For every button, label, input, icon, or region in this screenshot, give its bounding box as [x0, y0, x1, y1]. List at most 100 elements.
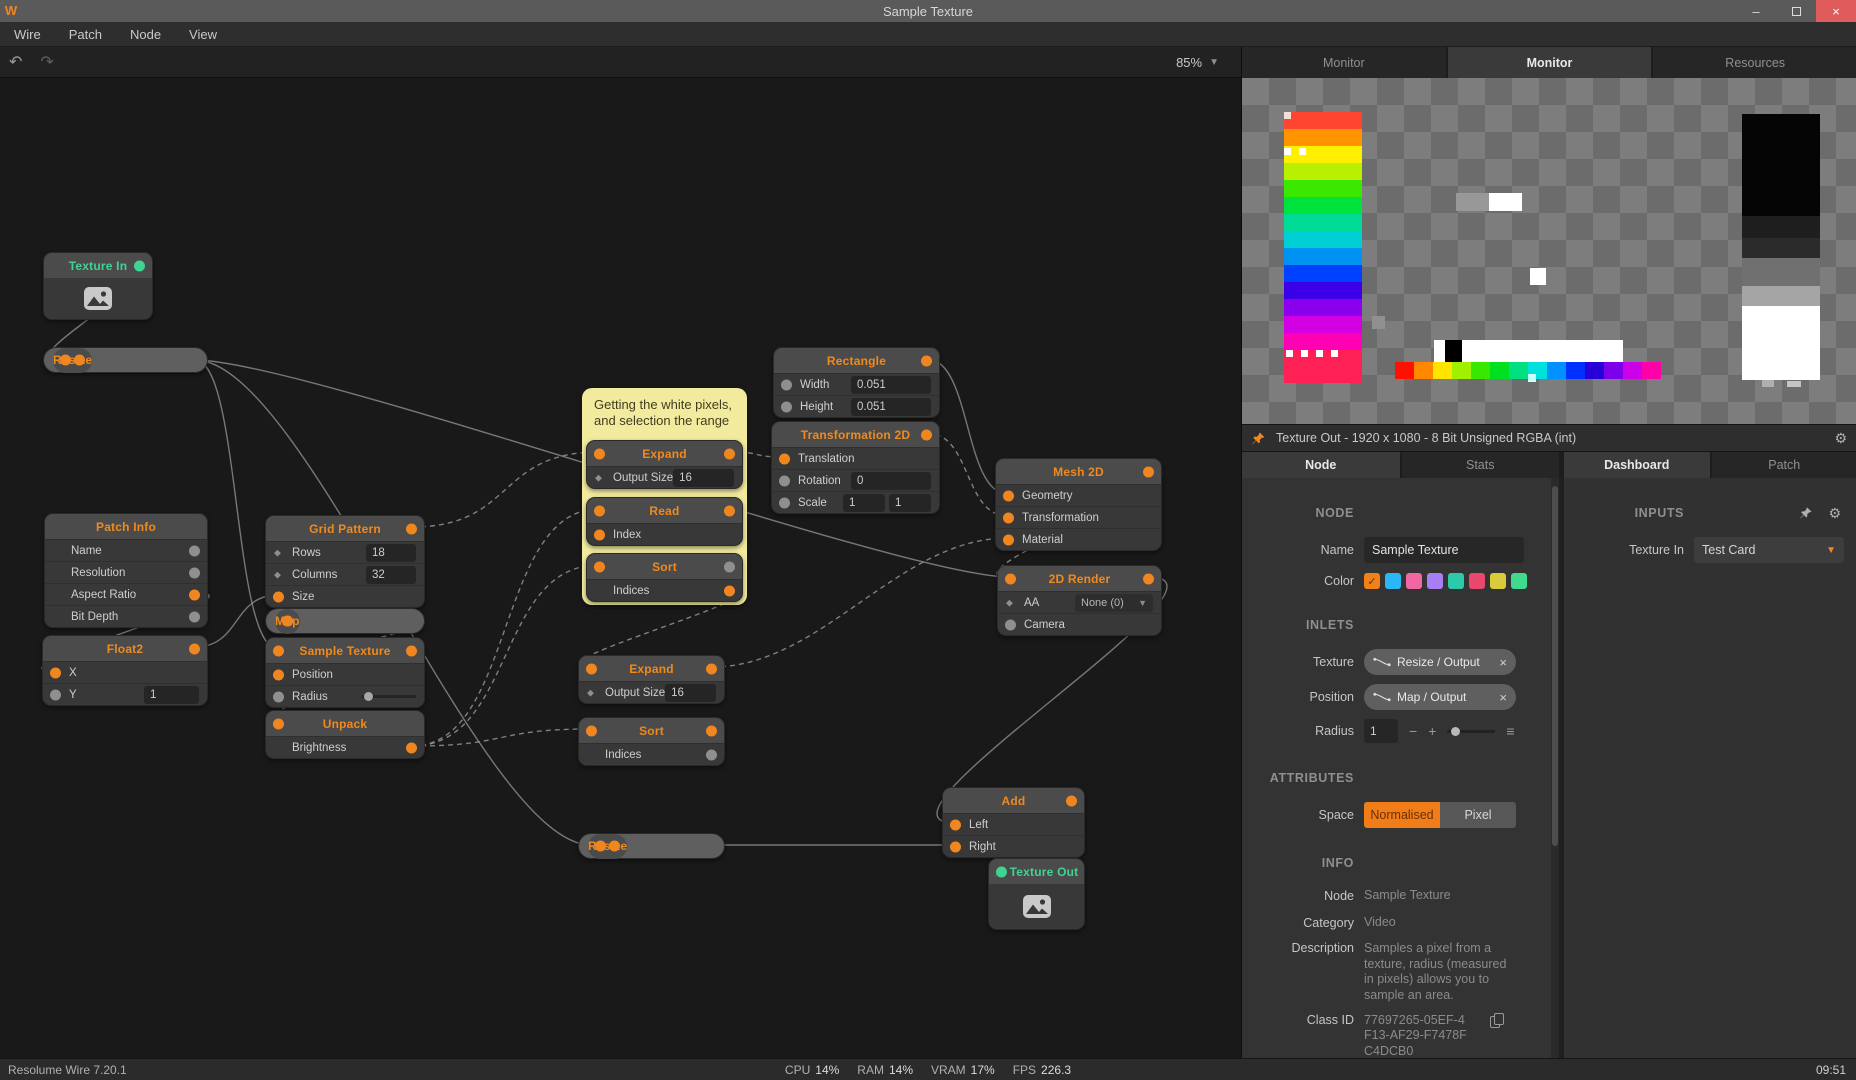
minus-icon[interactable]: − — [1409, 724, 1417, 738]
node-unpack[interactable]: UnpackBrightness — [265, 710, 425, 759]
row-dropdown[interactable]: None (0)▼ — [1075, 594, 1153, 612]
color-swatch-4[interactable] — [1448, 573, 1464, 589]
input-port[interactable] — [594, 448, 605, 459]
menu-item-patch[interactable]: Patch — [55, 22, 116, 47]
menu-item-view[interactable]: View — [175, 22, 231, 47]
input-port[interactable] — [781, 379, 792, 390]
output-port[interactable] — [1143, 466, 1154, 477]
scrollbar-thumb[interactable] — [1552, 486, 1558, 846]
value-field[interactable]: 1 — [843, 494, 885, 512]
remove-icon[interactable]: × — [1499, 690, 1507, 705]
monitor-tab-monitor[interactable]: Monitor — [1242, 47, 1446, 78]
input-port[interactable] — [779, 453, 790, 464]
monitor-tab-resources[interactable]: Resources — [1653, 47, 1856, 78]
space-pixel-option[interactable]: Pixel — [1440, 802, 1516, 828]
value-field[interactable]: 1 — [889, 494, 931, 512]
color-swatch-3[interactable] — [1427, 573, 1443, 589]
undo-icon[interactable]: ↶ — [0, 47, 31, 78]
dashboard-tab-dashboard[interactable]: Dashboard — [1564, 452, 1710, 478]
value-field[interactable]: 1 — [144, 686, 199, 704]
node-resize-1[interactable]: Resize — [43, 347, 208, 373]
input-port[interactable] — [950, 819, 961, 830]
input-port[interactable] — [779, 497, 790, 508]
node-float2[interactable]: Float2XY1 — [42, 635, 208, 706]
node-rectangle[interactable]: RectangleWidth0.051Height0.051 — [773, 347, 940, 418]
zoom-dropdown[interactable]: 85% ▼ — [1176, 55, 1219, 70]
input-port[interactable] — [273, 591, 284, 602]
input-port[interactable] — [60, 355, 71, 366]
input-port[interactable] — [594, 529, 605, 540]
node-grid-pattern[interactable]: Grid Pattern◆Rows18◆Columns32Size — [265, 515, 425, 608]
input-port[interactable] — [273, 669, 284, 680]
output-port[interactable] — [406, 742, 417, 753]
gear-icon[interactable]: ⚙ — [1828, 505, 1841, 522]
maximize-button[interactable] — [1776, 0, 1816, 22]
node-texture-in[interactable]: Texture In — [43, 252, 153, 320]
slider-knob[interactable] — [1451, 727, 1460, 736]
input-port[interactable] — [950, 841, 961, 852]
node-graph-canvas[interactable]: Getting the white pixels, and selection … — [0, 78, 1241, 1058]
texture-in-dropdown[interactable]: Test Card ▼ — [1694, 537, 1844, 563]
output-port[interactable] — [189, 643, 200, 654]
menu-item-wire[interactable]: Wire — [0, 22, 55, 47]
close-button[interactable]: × — [1816, 0, 1856, 22]
input-port[interactable] — [595, 841, 606, 852]
output-port[interactable] — [724, 561, 735, 572]
node-sort-2[interactable]: SortIndices — [578, 717, 725, 766]
inspector-tab-stats[interactable]: Stats — [1402, 452, 1560, 478]
output-port[interactable] — [724, 505, 735, 516]
input-port[interactable] — [1003, 490, 1014, 501]
node-render-2d[interactable]: 2D Render◆AANone (0)▼Camera — [997, 565, 1162, 636]
output-port[interactable] — [189, 545, 200, 556]
input-port[interactable] — [50, 667, 61, 678]
input-port[interactable] — [273, 718, 284, 729]
color-swatch-0[interactable]: ✓ — [1364, 573, 1380, 589]
node-patch-info[interactable]: Patch InfoNameResolutionAspect RatioBit … — [44, 513, 208, 628]
input-port[interactable] — [273, 691, 284, 702]
output-port[interactable] — [706, 749, 717, 760]
minimize-button[interactable]: – — [1736, 0, 1776, 22]
node-read[interactable]: ReadIndex — [586, 497, 743, 546]
value-field[interactable]: 16 — [673, 469, 734, 487]
color-swatch-7[interactable] — [1511, 573, 1527, 589]
redo-icon[interactable]: ↷ — [31, 47, 62, 78]
input-port[interactable] — [1005, 619, 1016, 630]
value-field[interactable]: 18 — [366, 544, 416, 562]
output-port[interactable] — [406, 523, 417, 534]
value-field[interactable]: 16 — [665, 684, 716, 702]
node-transformation-2d[interactable]: Transformation 2DTranslationRotation0Sca… — [771, 421, 940, 514]
input-port[interactable] — [594, 505, 605, 516]
output-port[interactable] — [921, 355, 932, 366]
output-port[interactable] — [724, 585, 735, 596]
input-port[interactable] — [781, 401, 792, 412]
node-texture-out[interactable]: Texture Out — [988, 858, 1085, 930]
pin-icon[interactable] — [1252, 432, 1265, 445]
node-expand-2[interactable]: Expand◆Output Size16 — [578, 655, 725, 704]
output-port[interactable] — [724, 448, 735, 459]
position-inlet-pill[interactable]: Map / Output × — [1364, 684, 1516, 710]
input-port[interactable] — [273, 645, 284, 656]
input-port[interactable] — [779, 475, 790, 486]
dashboard-tab-patch[interactable]: Patch — [1712, 452, 1856, 478]
texture-inlet-pill[interactable]: Resize / Output × — [1364, 649, 1516, 675]
color-swatch-1[interactable] — [1385, 573, 1401, 589]
space-normalised-option[interactable]: Normalised — [1364, 802, 1440, 828]
color-swatch-2[interactable] — [1406, 573, 1422, 589]
menu-item-node[interactable]: Node — [116, 22, 175, 47]
output-port[interactable] — [74, 355, 85, 366]
row-slider[interactable] — [362, 692, 416, 701]
copy-icon[interactable] — [1490, 1013, 1503, 1028]
output-port[interactable] — [609, 841, 620, 852]
node-map[interactable]: Map — [265, 608, 425, 634]
output-port[interactable] — [706, 725, 717, 736]
node-sample-texture[interactable]: Sample TexturePositionRadius — [265, 637, 425, 708]
value-field[interactable]: 0.051 — [851, 398, 931, 416]
node-mesh-2d[interactable]: Mesh 2DGeometryTransformationMaterial — [995, 458, 1162, 551]
node-name-field[interactable]: Sample Texture — [1364, 537, 1524, 563]
menu-icon[interactable]: ≡ — [1506, 724, 1514, 738]
scrollbar[interactable] — [1551, 478, 1559, 1058]
input-port[interactable] — [594, 561, 605, 572]
output-port[interactable] — [706, 663, 717, 674]
node-add[interactable]: AddLeftRight — [942, 787, 1085, 858]
color-swatch-5[interactable] — [1469, 573, 1485, 589]
